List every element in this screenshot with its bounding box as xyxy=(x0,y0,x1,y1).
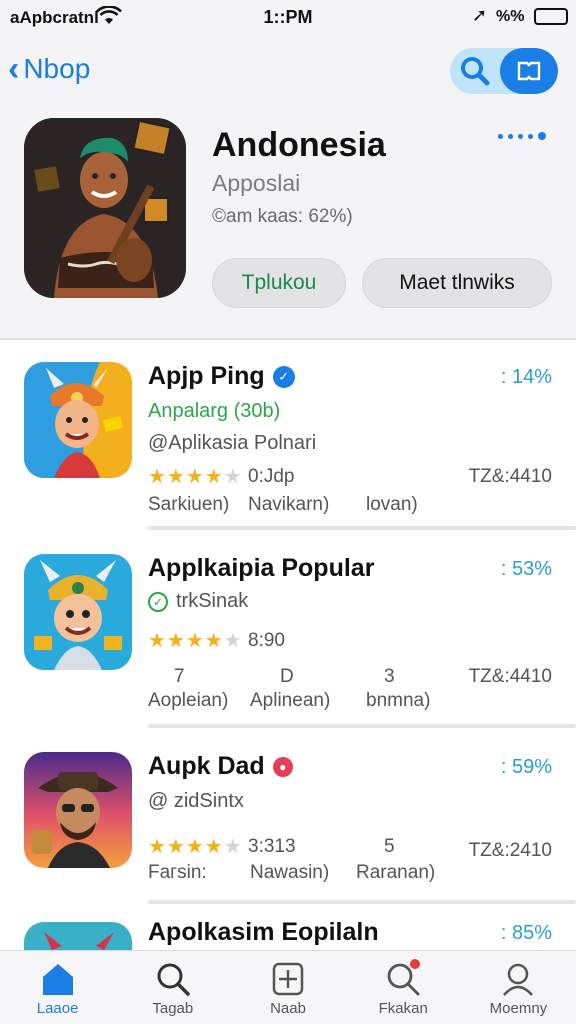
stat-number: 7 xyxy=(174,666,185,687)
stat-number: 3 xyxy=(384,666,395,687)
featured-app-subtitle: Apposlai xyxy=(212,170,301,196)
app-subtitle-text: trkSinak xyxy=(176,590,249,612)
app-subtitle-green: Anpalarg (30b) xyxy=(148,400,281,422)
tab-label: Moemny xyxy=(489,1000,548,1017)
more-options-icon[interactable] xyxy=(498,132,546,140)
stat-label: Sarkiuen) xyxy=(148,494,230,515)
star-rating-icon: ★★★★★ xyxy=(148,836,243,858)
book-icon xyxy=(517,61,541,81)
battery-percent: %% xyxy=(496,8,525,25)
verified-badge-icon: ✓ xyxy=(272,365,295,388)
stat-label: Faгsin: xyxy=(148,862,207,883)
chevron-left-icon: ‹ xyxy=(8,50,20,88)
tab-search[interactable]: Tagab xyxy=(115,951,230,1024)
tab-label: Naab xyxy=(270,1000,306,1017)
battery-icon xyxy=(534,8,568,25)
star-rating-icon: ★★★★★ xyxy=(148,630,243,652)
list-item[interactable]: Apjp Ping ✓ : 14% Anpalarg (30b) @Aplika… xyxy=(0,340,576,530)
location-arrow-icon: ➚ xyxy=(472,5,488,25)
stat-number: 5 xyxy=(384,836,395,857)
tab-updates[interactable]: Fkakan xyxy=(346,951,461,1024)
stat-label: lovan) xyxy=(366,494,418,515)
app-name: Aupk Dad ● xyxy=(148,752,293,781)
app-name-text: Apolkasim Eopilaln xyxy=(148,918,379,946)
tab-home[interactable]: Laaoe xyxy=(0,951,115,1024)
tab-new[interactable]: Naab xyxy=(230,951,345,1024)
download-count: ΤΖ&:4410 xyxy=(468,466,552,487)
status-bar: aApbcratnl 1::PM ➚ %% xyxy=(0,0,576,34)
rating-value: 3:313 xyxy=(248,836,296,857)
shield-check-icon: ✓ xyxy=(148,591,168,612)
app-icon xyxy=(24,554,132,670)
list-item[interactable]: Applkaipia Popular : 53% ✓ trkSinak ★★★★… xyxy=(0,530,576,728)
stat-label: Nawasin) xyxy=(250,862,330,883)
clock: 1::PM xyxy=(263,7,313,27)
plus-box-icon xyxy=(272,962,304,996)
tab-label: Tagab xyxy=(152,1000,194,1017)
tab-label: Fkakan xyxy=(378,1000,428,1017)
app-name-text: Applkaipia Popular xyxy=(148,554,375,582)
list-item[interactable]: Apolkasim Eopilaln : 85% xyxy=(0,906,576,950)
star-rating-icon: ★★★★★ xyxy=(148,466,243,488)
app-name-text: Aupk Dad xyxy=(148,752,265,780)
back-button[interactable]: ‹ Nbop xyxy=(8,52,90,86)
list-item[interactable]: Aupk Dad ● : 59% @ zidSintx ★★★★★ 3:313 … xyxy=(0,726,576,920)
divider xyxy=(148,900,576,904)
red-badge-icon: ● xyxy=(272,756,293,777)
app-subtitle: @Aplikasia Polnari xyxy=(148,432,317,454)
tab-label: Laaoe xyxy=(36,1000,79,1017)
download-count: ΤΖ&:2410 xyxy=(468,840,552,861)
search-icon xyxy=(157,963,190,996)
app-icon xyxy=(24,922,132,950)
featured-app-icon[interactable] xyxy=(24,118,186,298)
search-icon xyxy=(461,57,490,86)
featured-app-title: Andonesia xyxy=(212,126,386,164)
download-count: ΤΖ&:4410 xyxy=(468,666,552,687)
stat-label: Navikarn) xyxy=(248,494,330,515)
navigation-bar: ‹ Nbop xyxy=(0,34,576,106)
app-percent: : 85% xyxy=(500,922,552,944)
notification-badge xyxy=(409,959,420,969)
ar-button[interactable] xyxy=(500,48,558,94)
stat-label: Aopleian) xyxy=(148,690,229,711)
secondary-action-button[interactable]: Maet tlnwiks xyxy=(362,258,552,308)
rating-value: 0:Jdp xyxy=(248,466,295,487)
app-subtitle: ✓ trkSinak xyxy=(148,590,248,613)
stat-label: Raranan) xyxy=(356,862,436,883)
search-ar-toggle xyxy=(450,48,558,94)
app-subtitle: @ zidSintx xyxy=(148,790,244,812)
app-percent: : 14% xyxy=(500,366,552,388)
app-name-text: Apjp Ping xyxy=(148,362,265,390)
search-button[interactable] xyxy=(450,48,500,94)
home-icon xyxy=(42,964,73,995)
app-name: Apolkasim Eopilaln xyxy=(148,918,379,947)
app-percent: : 59% xyxy=(500,756,552,778)
person-icon xyxy=(503,963,534,996)
app-name: Applkaipia Popular xyxy=(148,554,374,583)
stat-label: bnmna) xyxy=(366,690,431,711)
app-percent: : 53% xyxy=(500,558,552,580)
tab-bar: Laaoe Tagab Naab Fkakan Moemny xyxy=(0,950,576,1024)
stat-number: D xyxy=(280,666,294,687)
app-icon xyxy=(24,362,132,478)
app-icon xyxy=(24,752,132,868)
featured-app-meta: ©am kaas: 62%) xyxy=(212,206,353,227)
featured-app: Andonesia Apposlai ©am kaas: 62%) Tpluko… xyxy=(0,106,576,338)
tab-account[interactable]: Moemny xyxy=(461,951,576,1024)
primary-action-button[interactable]: Tplukou xyxy=(212,258,346,308)
app-name: Apjp Ping ✓ xyxy=(148,362,295,391)
rating-value: 8:90 xyxy=(248,630,285,651)
back-label: Nbop xyxy=(23,53,91,84)
stat-label: Aplinean) xyxy=(250,690,331,711)
